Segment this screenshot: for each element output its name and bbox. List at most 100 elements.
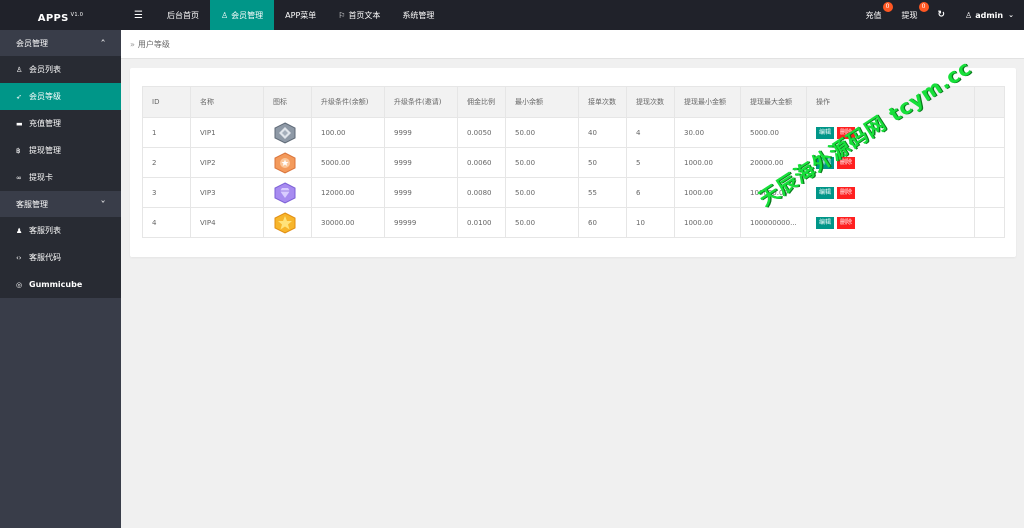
cell-commission: 0.0080 bbox=[457, 177, 506, 208]
cell-icon bbox=[263, 207, 312, 238]
col-header-actions: 操作 bbox=[806, 86, 975, 118]
top-nav: ☰ 后台首页 ♙ 会员管理 APP菜单 ⚐ 首页文本 系统管理 bbox=[121, 0, 445, 30]
edit-button[interactable]: 编辑 bbox=[816, 216, 835, 229]
orange-badge-icon bbox=[274, 151, 296, 174]
user-icon: ♙ bbox=[965, 10, 973, 20]
table-row: 3 VIP3 12000.00 9999 0.0080 50.00 55 6 1… bbox=[142, 177, 1005, 208]
delete-button[interactable]: 删除 bbox=[837, 216, 856, 229]
recharge-label: 充值 bbox=[865, 10, 882, 20]
cell-upgrade-invite: 99999 bbox=[384, 207, 458, 238]
edit-button[interactable]: 编辑 bbox=[816, 126, 835, 139]
edit-button[interactable]: 编辑 bbox=[816, 186, 835, 199]
sidebar-item-label: 提现管理 bbox=[29, 146, 61, 155]
sidebar-item-label: 客服列表 bbox=[29, 226, 61, 235]
top-bar: APPS V1.0 ☰ 后台首页 ♙ 会员管理 APP菜单 ⚐ 首页文本 系统管理 充… bbox=[0, 0, 1024, 30]
breadcrumb-separator-icon: » bbox=[130, 39, 135, 49]
purple-diamond-badge-icon bbox=[274, 181, 296, 204]
cell-min-balance: 50.00 bbox=[505, 177, 579, 208]
username: admin bbox=[975, 10, 1004, 20]
user-menu[interactable]: ♙ admin ⌄ bbox=[955, 0, 1024, 30]
cell-name: VIP3 bbox=[190, 177, 264, 208]
cell-withdraw-min: 1000.00 bbox=[674, 147, 741, 178]
hamburger-icon: ☰ bbox=[134, 9, 143, 21]
nav-item-app-menu[interactable]: APP菜单 bbox=[274, 0, 327, 30]
cell-icon bbox=[263, 117, 312, 148]
col-header-withdraw-min: 提现最小金额 bbox=[674, 86, 741, 118]
sidebar-item-member-level[interactable]: ➶ 会员等级 bbox=[0, 83, 121, 110]
col-header-upgrade-balance: 升级条件(余额) bbox=[311, 86, 385, 118]
cell-spacer bbox=[974, 177, 1005, 208]
level-table: ID 名称 图标 升级条件(余额) 升级条件(邀请) 佣金比例 最小余额 接单次… bbox=[142, 86, 1005, 238]
cell-withdraw-max: 100000.00 bbox=[740, 177, 807, 208]
top-right-nav: 充值 0 提现 0 ↻ ♙ admin ⌄ bbox=[856, 0, 1024, 30]
cell-actions: 编辑 删除 bbox=[806, 177, 975, 208]
col-header-order-times: 接单次数 bbox=[578, 86, 627, 118]
cell-upgrade-balance: 30000.00 bbox=[311, 207, 385, 238]
cell-upgrade-balance: 12000.00 bbox=[311, 177, 385, 208]
col-header-spacer bbox=[974, 86, 1005, 118]
flag-icon: ⚐ bbox=[338, 10, 346, 20]
delete-button[interactable]: 删除 bbox=[837, 186, 856, 199]
cell-order-times: 55 bbox=[578, 177, 627, 208]
sidebar-group-service[interactable]: 客服管理 ˅ bbox=[0, 191, 121, 217]
cell-withdraw-max: 5000.00 bbox=[740, 117, 807, 148]
user-icon: ♙ bbox=[16, 65, 23, 74]
cell-withdraw-max: 100000000... bbox=[740, 207, 807, 238]
sidebar-item-label: 会员列表 bbox=[29, 65, 61, 74]
cell-withdraw-times: 5 bbox=[626, 147, 675, 178]
sidebar-item-label: 充值管理 bbox=[29, 119, 61, 128]
cell-withdraw-min: 30.00 bbox=[674, 117, 741, 148]
link-icon: ∞ bbox=[16, 173, 22, 182]
app-version: V1.0 bbox=[70, 12, 84, 18]
cell-spacer bbox=[974, 117, 1005, 148]
refresh-button[interactable]: ↻ bbox=[928, 0, 956, 30]
sidebar-submenu-members: ♙ 会员列表 ➶ 会员等级 ▬ 充值管理 ฿ 提现管理 ∞ 提现卡 bbox=[0, 56, 121, 191]
nav-item-members[interactable]: ♙ 会员管理 bbox=[209, 0, 275, 30]
cell-commission: 0.0060 bbox=[457, 147, 506, 178]
cell-actions: 编辑 删除 bbox=[806, 207, 975, 238]
cell-upgrade-invite: 9999 bbox=[384, 117, 458, 148]
menu-toggle-button[interactable]: ☰ bbox=[121, 0, 156, 30]
sidebar-item-member-list[interactable]: ♙ 会员列表 bbox=[0, 56, 121, 83]
cell-withdraw-times: 4 bbox=[626, 117, 675, 148]
users-icon: ♟ bbox=[16, 226, 23, 235]
edit-button[interactable]: 编辑 bbox=[816, 156, 835, 169]
app-logo[interactable]: APPS V1.0 bbox=[0, 0, 121, 30]
nav-item-system[interactable]: 系统管理 bbox=[391, 0, 445, 30]
cell-name: VIP2 bbox=[190, 147, 264, 178]
breadcrumb-current: 用户等级 bbox=[137, 39, 170, 49]
cell-id: 3 bbox=[142, 177, 191, 208]
sidebar-item-recharge[interactable]: ▬ 充值管理 bbox=[0, 110, 121, 137]
col-header-name: 名称 bbox=[190, 86, 264, 118]
cell-min-balance: 50.00 bbox=[505, 207, 579, 238]
sidebar-item-gummicube[interactable]: ◎ Gummicube bbox=[0, 271, 121, 298]
recharge-link[interactable]: 充值 0 bbox=[856, 0, 893, 30]
table-header-row: ID 名称 图标 升级条件(余额) 升级条件(邀请) 佣金比例 最小余额 接单次… bbox=[142, 86, 1005, 118]
nav-item-home-text[interactable]: ⚐ 首页文本 bbox=[327, 0, 391, 30]
silver-badge-icon bbox=[274, 121, 296, 144]
sidebar-item-label: Gummicube bbox=[29, 280, 83, 289]
col-header-icon: 图标 bbox=[263, 86, 312, 118]
cell-commission: 0.0050 bbox=[457, 117, 506, 148]
cell-spacer bbox=[974, 147, 1005, 178]
rocket-icon: ➶ bbox=[16, 92, 22, 101]
cell-actions: 编辑 删除 bbox=[806, 117, 975, 148]
cell-withdraw-min: 1000.00 bbox=[674, 207, 741, 238]
cell-name: VIP4 bbox=[190, 207, 264, 238]
sidebar-group-members[interactable]: 会员管理 ˄ bbox=[0, 30, 121, 56]
cell-upgrade-balance: 5000.00 bbox=[311, 147, 385, 178]
sidebar-item-service-code[interactable]: ‹› 客服代码 bbox=[0, 244, 121, 271]
sidebar: 会员管理 ˄ ♙ 会员列表 ➶ 会员等级 ▬ 充值管理 ฿ 提现管理 ∞ 提现卡 客服管理… bbox=[0, 30, 121, 528]
code-icon: ‹› bbox=[16, 253, 22, 262]
cell-upgrade-balance: 100.00 bbox=[311, 117, 385, 148]
delete-button[interactable]: 删除 bbox=[837, 126, 856, 139]
delete-button[interactable]: 删除 bbox=[837, 156, 856, 169]
sidebar-item-service-list[interactable]: ♟ 客服列表 bbox=[0, 217, 121, 244]
cell-id: 4 bbox=[142, 207, 191, 238]
sidebar-item-withdraw[interactable]: ฿ 提现管理 bbox=[0, 137, 121, 164]
cube-icon: ◎ bbox=[16, 280, 23, 289]
cell-id: 1 bbox=[142, 117, 191, 148]
nav-item-home[interactable]: 后台首页 bbox=[156, 0, 210, 30]
sidebar-item-withdraw-card[interactable]: ∞ 提现卡 bbox=[0, 164, 121, 191]
withdraw-link[interactable]: 提现 0 bbox=[892, 0, 929, 30]
